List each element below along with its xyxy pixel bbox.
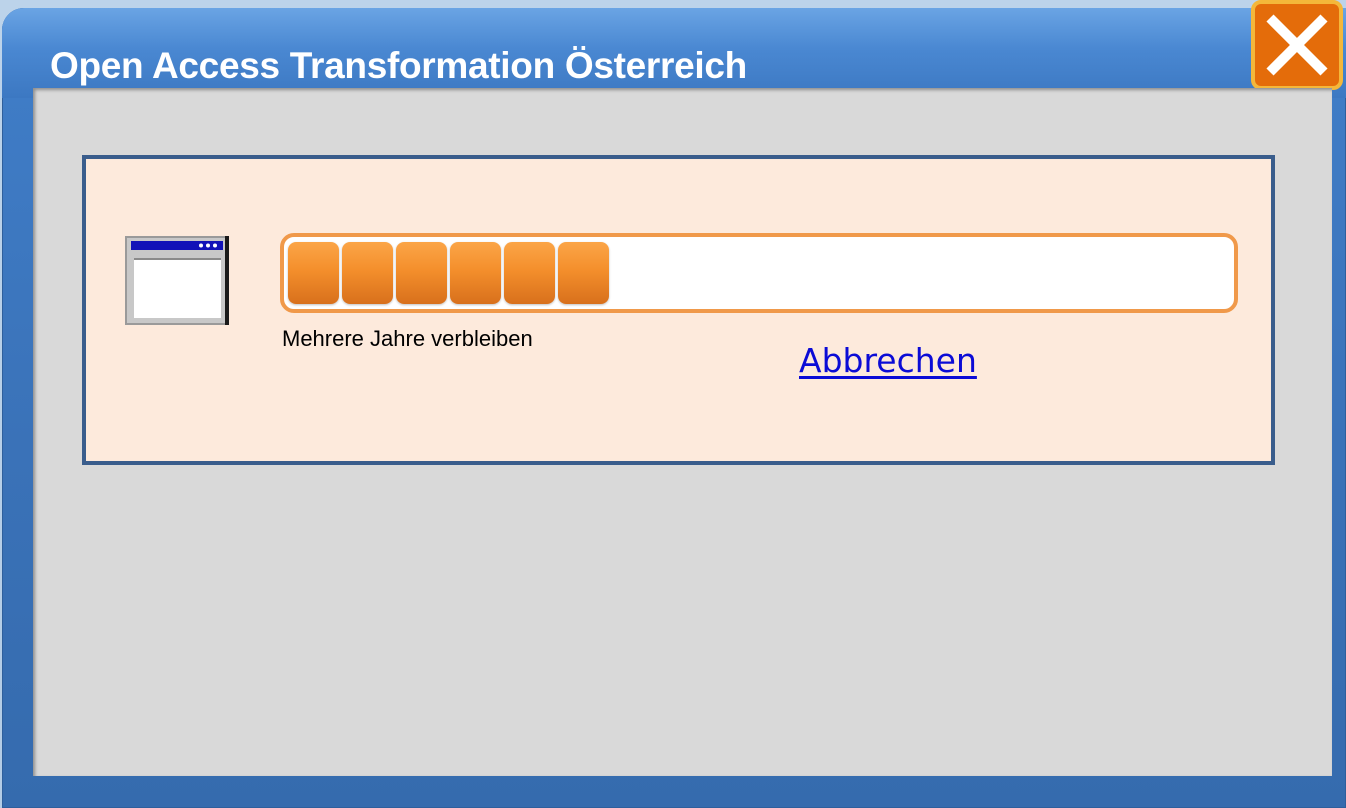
progress-segment xyxy=(450,242,501,304)
status-text: Mehrere Jahre verbleiben xyxy=(282,326,533,351)
window-icon xyxy=(125,236,229,325)
title-bar[interactable]: Open Access Transformation Österreich xyxy=(2,8,1346,98)
progress-segment xyxy=(288,242,339,304)
cancel-link[interactable]: Abbrechen xyxy=(799,341,977,380)
progress-segment xyxy=(342,242,393,304)
progress-segment xyxy=(558,242,609,304)
close-x-icon xyxy=(1266,14,1328,76)
progress-segment xyxy=(396,242,447,304)
close-button[interactable] xyxy=(1251,0,1343,90)
progress-segment xyxy=(504,242,555,304)
progress-bar xyxy=(280,233,1238,313)
window-title: Open Access Transformation Österreich xyxy=(50,45,747,86)
